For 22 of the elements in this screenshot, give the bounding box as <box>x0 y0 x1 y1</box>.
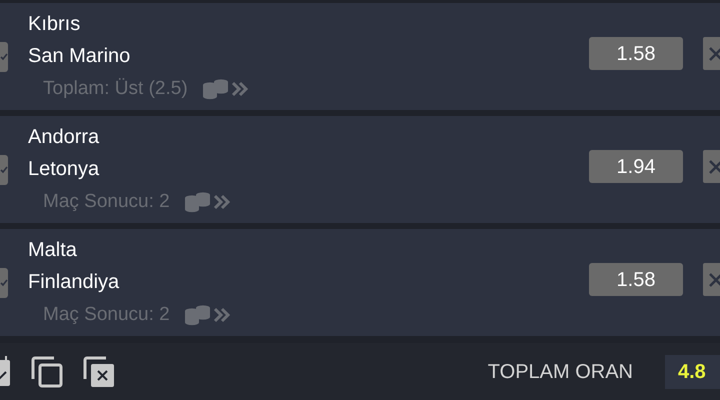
team-name: San Marino <box>28 44 132 68</box>
odds-button[interactable]: 1.94 <box>589 150 683 183</box>
team-name: Malta <box>28 238 78 262</box>
double-chevron-icon[interactable] <box>232 80 248 96</box>
odds-button[interactable]: 1.58 <box>589 37 683 70</box>
market-label: Toplam: Üst (2.5) <box>43 76 188 100</box>
copy-icon[interactable] <box>30 354 64 388</box>
team-name: Letonya <box>28 156 100 182</box>
total-odds-label: TOPLAM ORAN <box>488 360 633 384</box>
team-name: Finlandiya <box>28 270 120 294</box>
close-icon <box>709 160 720 174</box>
delete-all-icon[interactable] <box>82 354 116 388</box>
double-chevron-icon[interactable] <box>214 194 230 210</box>
odds-button[interactable]: 1.58 <box>589 263 683 296</box>
close-icon <box>709 46 720 60</box>
market-label: Maç Sonucu: 2 <box>43 302 170 326</box>
total-odds-value: 4.8 <box>665 354 720 388</box>
team-name: Kıbrıs <box>28 12 82 36</box>
close-icon <box>709 272 720 286</box>
team-name: Andorra <box>28 124 100 150</box>
market-label: Maç Sonucu: 2 <box>43 190 170 214</box>
double-chevron-icon[interactable] <box>214 306 230 322</box>
